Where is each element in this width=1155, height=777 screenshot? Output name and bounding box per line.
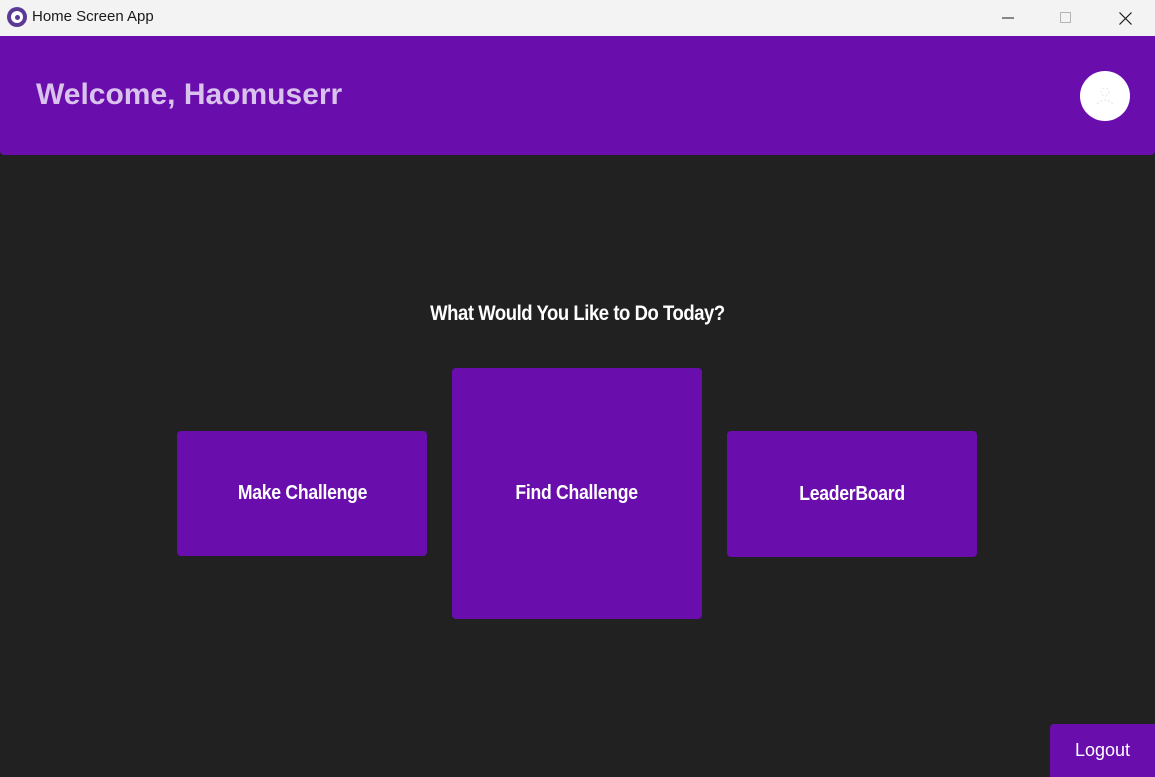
minimize-icon: [1002, 17, 1014, 19]
title-bar[interactable]: Home Screen App: [0, 0, 1155, 36]
logout-button[interactable]: Logout: [1050, 724, 1155, 777]
page-prompt: What Would You Like to Do Today?: [430, 302, 725, 325]
close-button[interactable]: [1096, 0, 1154, 36]
close-icon: [1118, 11, 1132, 25]
maximize-button[interactable]: [1037, 0, 1095, 36]
maximize-icon: [1060, 12, 1071, 23]
find-challenge-button[interactable]: Find Challenge: [452, 368, 702, 619]
leaderboard-button[interactable]: LeaderBoard: [727, 431, 977, 557]
leaderboard-label: LeaderBoard: [799, 482, 905, 505]
window-title: Home Screen App: [32, 8, 154, 25]
app-logo-icon: [7, 7, 27, 27]
header-bar: Welcome, Haomuserr: [0, 36, 1155, 155]
user-avatar-icon: [1096, 87, 1114, 105]
find-challenge-label: Find Challenge: [515, 482, 639, 504]
make-challenge-label: Make Challenge: [237, 482, 367, 504]
user-avatar[interactable]: [1080, 71, 1130, 121]
make-challenge-button[interactable]: Make Challenge: [177, 431, 427, 556]
logout-label: Logout: [1074, 740, 1131, 760]
minimize-button[interactable]: [979, 0, 1037, 36]
app-window: Home Screen App Welcome, Haomuserr What …: [0, 0, 1155, 777]
welcome-heading: Welcome, Haomuserr: [36, 78, 343, 111]
